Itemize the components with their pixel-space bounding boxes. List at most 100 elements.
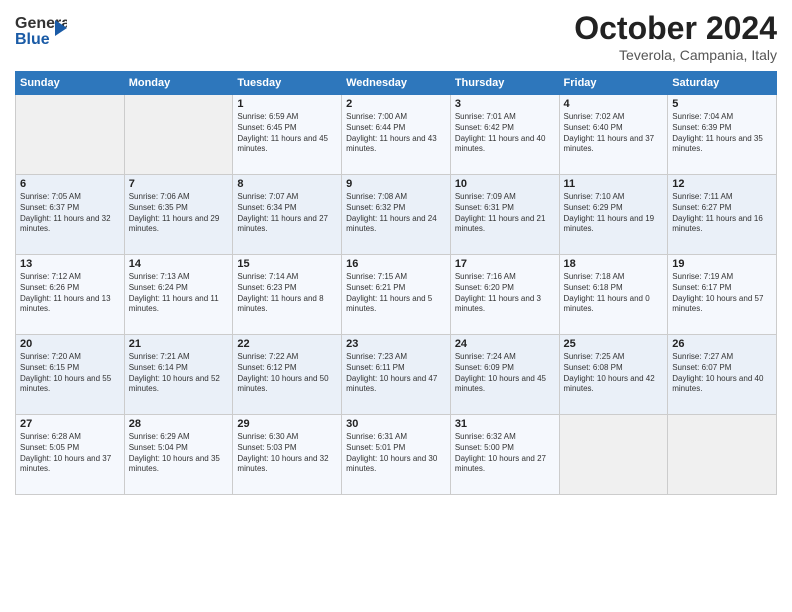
table-row: 20 Sunrise: 7:20 AM Sunset: 6:15 PM Dayli… [16, 335, 125, 415]
day-number: 10 [455, 178, 555, 190]
location-subtitle: Teverola, Campania, Italy [574, 47, 777, 63]
table-row: 18Sunrise: 7:18 AM Sunset: 6:18 PM Dayli… [559, 255, 668, 335]
col-tuesday: Tuesday [233, 72, 342, 95]
col-sunday: Sunday [16, 72, 125, 95]
cell-info: Sunrise: 7:08 AM Sunset: 6:32 PM Dayligh… [346, 192, 446, 235]
calendar-week-row: 1 Sunrise: 6:59 AM Sunset: 6:45 PM Daylig… [16, 95, 777, 175]
day-number: 17 [455, 258, 555, 270]
cell-info: Sunrise: 7:15 AM Sunset: 6:21 PM Dayligh… [346, 272, 446, 315]
day-number: 8 [237, 178, 337, 190]
col-monday: Monday [124, 72, 233, 95]
table-row: 31Sunrise: 6:32 AM Sunset: 5:00 PM Dayli… [450, 415, 559, 495]
table-row: 29 Sunrise: 6:30 AM Sunset: 5:03 PM Dayli… [233, 415, 342, 495]
day-number: 21 [129, 338, 229, 350]
calendar-table: Sunday Monday Tuesday Wednesday Thursday… [15, 71, 777, 495]
cell-info: Sunrise: 7:21 AM Sunset: 6:14 PM Dayligh… [129, 352, 229, 395]
day-number: 20 [20, 338, 120, 350]
table-row: 27 Sunrise: 6:28 AM Sunset: 5:05 PM Dayli… [16, 415, 125, 495]
cell-info: Sunrise: 6:31 AM Sunset: 5:01 PM Dayligh… [346, 432, 446, 475]
month-title: October 2024 [574, 10, 777, 47]
cell-info: Sunrise: 6:30 AM Sunset: 5:03 PM Dayligh… [237, 432, 337, 475]
day-number: 12 [672, 178, 772, 190]
table-row: 25Sunrise: 7:25 AM Sunset: 6:08 PM Dayli… [559, 335, 668, 415]
cell-info: Sunrise: 7:07 AM Sunset: 6:34 PM Dayligh… [237, 192, 337, 235]
calendar-week-row: 6 Sunrise: 7:05 AM Sunset: 6:37 PM Daylig… [16, 175, 777, 255]
table-row: 3Sunrise: 7:01 AM Sunset: 6:42 PM Daylig… [450, 95, 559, 175]
day-number: 1 [237, 98, 337, 110]
table-row: 11 Sunrise: 7:10 AM Sunset: 6:29 PM Dayli… [559, 175, 668, 255]
svg-text:Blue: Blue [15, 31, 50, 48]
day-number: 6 [20, 178, 120, 190]
table-row: 26 Sunrise: 7:27 AM Sunset: 6:07 PM Dayli… [668, 335, 777, 415]
header: General Blue October 2024 Teverola, Camp… [15, 10, 777, 63]
day-number: 3 [455, 98, 555, 110]
day-number: 5 [672, 98, 772, 110]
day-number: 24 [455, 338, 555, 350]
cell-info: Sunrise: 7:20 AM Sunset: 6:15 PM Dayligh… [20, 352, 120, 395]
table-row [668, 415, 777, 495]
day-number: 11 [564, 178, 664, 190]
cell-info: Sunrise: 7:16 AM Sunset: 6:20 PM Dayligh… [455, 272, 555, 315]
table-row [124, 95, 233, 175]
logo: General Blue [15, 10, 67, 57]
cell-info: Sunrise: 7:00 AM Sunset: 6:44 PM Dayligh… [346, 112, 446, 155]
table-row [16, 95, 125, 175]
calendar-week-row: 20 Sunrise: 7:20 AM Sunset: 6:15 PM Dayli… [16, 335, 777, 415]
table-row: 14Sunrise: 7:13 AM Sunset: 6:24 PM Dayli… [124, 255, 233, 335]
day-number: 23 [346, 338, 446, 350]
table-row: 13Sunrise: 7:12 AM Sunset: 6:26 PM Dayli… [16, 255, 125, 335]
day-number: 25 [564, 338, 664, 350]
table-row: 21 Sunrise: 7:21 AM Sunset: 6:14 PM Dayli… [124, 335, 233, 415]
cell-info: Sunrise: 7:19 AM Sunset: 6:17 PM Dayligh… [672, 272, 772, 315]
cell-info: Sunrise: 7:04 AM Sunset: 6:39 PM Dayligh… [672, 112, 772, 155]
cell-info: Sunrise: 7:14 AM Sunset: 6:23 PM Dayligh… [237, 272, 337, 315]
day-number: 16 [346, 258, 446, 270]
table-row: 28 Sunrise: 6:29 AM Sunset: 5:04 PM Dayli… [124, 415, 233, 495]
day-number: 13 [20, 258, 120, 270]
cell-info: Sunrise: 6:59 AM Sunset: 6:45 PM Dayligh… [237, 112, 337, 155]
cell-info: Sunrise: 7:10 AM Sunset: 6:29 PM Dayligh… [564, 192, 664, 235]
title-block: October 2024 Teverola, Campania, Italy [574, 10, 777, 63]
cell-info: Sunrise: 7:22 AM Sunset: 6:12 PM Dayligh… [237, 352, 337, 395]
cell-info: Sunrise: 6:28 AM Sunset: 5:05 PM Dayligh… [20, 432, 120, 475]
cell-info: Sunrise: 7:27 AM Sunset: 6:07 PM Dayligh… [672, 352, 772, 395]
cell-info: Sunrise: 6:32 AM Sunset: 5:00 PM Dayligh… [455, 432, 555, 475]
day-number: 27 [20, 418, 120, 430]
day-number: 22 [237, 338, 337, 350]
main-container: General Blue October 2024 Teverola, Camp… [0, 0, 792, 505]
day-number: 2 [346, 98, 446, 110]
cell-info: Sunrise: 7:23 AM Sunset: 6:11 PM Dayligh… [346, 352, 446, 395]
table-row: 6 Sunrise: 7:05 AM Sunset: 6:37 PM Daylig… [16, 175, 125, 255]
table-row: 16 Sunrise: 7:15 AM Sunset: 6:21 PM Dayli… [342, 255, 451, 335]
table-row: 17 Sunrise: 7:16 AM Sunset: 6:20 PM Dayli… [450, 255, 559, 335]
day-number: 19 [672, 258, 772, 270]
table-row: 22 Sunrise: 7:22 AM Sunset: 6:12 PM Dayli… [233, 335, 342, 415]
table-row: 24Sunrise: 7:24 AM Sunset: 6:09 PM Dayli… [450, 335, 559, 415]
col-friday: Friday [559, 72, 668, 95]
table-row: 4 Sunrise: 7:02 AM Sunset: 6:40 PM Daylig… [559, 95, 668, 175]
day-number: 7 [129, 178, 229, 190]
table-row: 19 Sunrise: 7:19 AM Sunset: 6:17 PM Dayli… [668, 255, 777, 335]
day-number: 4 [564, 98, 664, 110]
day-number: 30 [346, 418, 446, 430]
table-row: 7Sunrise: 7:06 AM Sunset: 6:35 PM Daylig… [124, 175, 233, 255]
table-row: 23 Sunrise: 7:23 AM Sunset: 6:11 PM Dayli… [342, 335, 451, 415]
table-row: 1 Sunrise: 6:59 AM Sunset: 6:45 PM Daylig… [233, 95, 342, 175]
table-row: 5 Sunrise: 7:04 AM Sunset: 6:39 PM Daylig… [668, 95, 777, 175]
calendar-week-row: 13Sunrise: 7:12 AM Sunset: 6:26 PM Dayli… [16, 255, 777, 335]
cell-info: Sunrise: 7:05 AM Sunset: 6:37 PM Dayligh… [20, 192, 120, 235]
day-number: 28 [129, 418, 229, 430]
calendar-week-row: 27 Sunrise: 6:28 AM Sunset: 5:05 PM Dayli… [16, 415, 777, 495]
calendar-header-row: Sunday Monday Tuesday Wednesday Thursday… [16, 72, 777, 95]
table-row: 15Sunrise: 7:14 AM Sunset: 6:23 PM Dayli… [233, 255, 342, 335]
col-saturday: Saturday [668, 72, 777, 95]
day-number: 29 [237, 418, 337, 430]
table-row: 10Sunrise: 7:09 AM Sunset: 6:31 PM Dayli… [450, 175, 559, 255]
cell-info: Sunrise: 7:02 AM Sunset: 6:40 PM Dayligh… [564, 112, 664, 155]
cell-info: Sunrise: 6:29 AM Sunset: 5:04 PM Dayligh… [129, 432, 229, 475]
table-row: 30 Sunrise: 6:31 AM Sunset: 5:01 PM Dayli… [342, 415, 451, 495]
day-number: 26 [672, 338, 772, 350]
day-number: 14 [129, 258, 229, 270]
day-number: 18 [564, 258, 664, 270]
table-row: 2 Sunrise: 7:00 AM Sunset: 6:44 PM Daylig… [342, 95, 451, 175]
